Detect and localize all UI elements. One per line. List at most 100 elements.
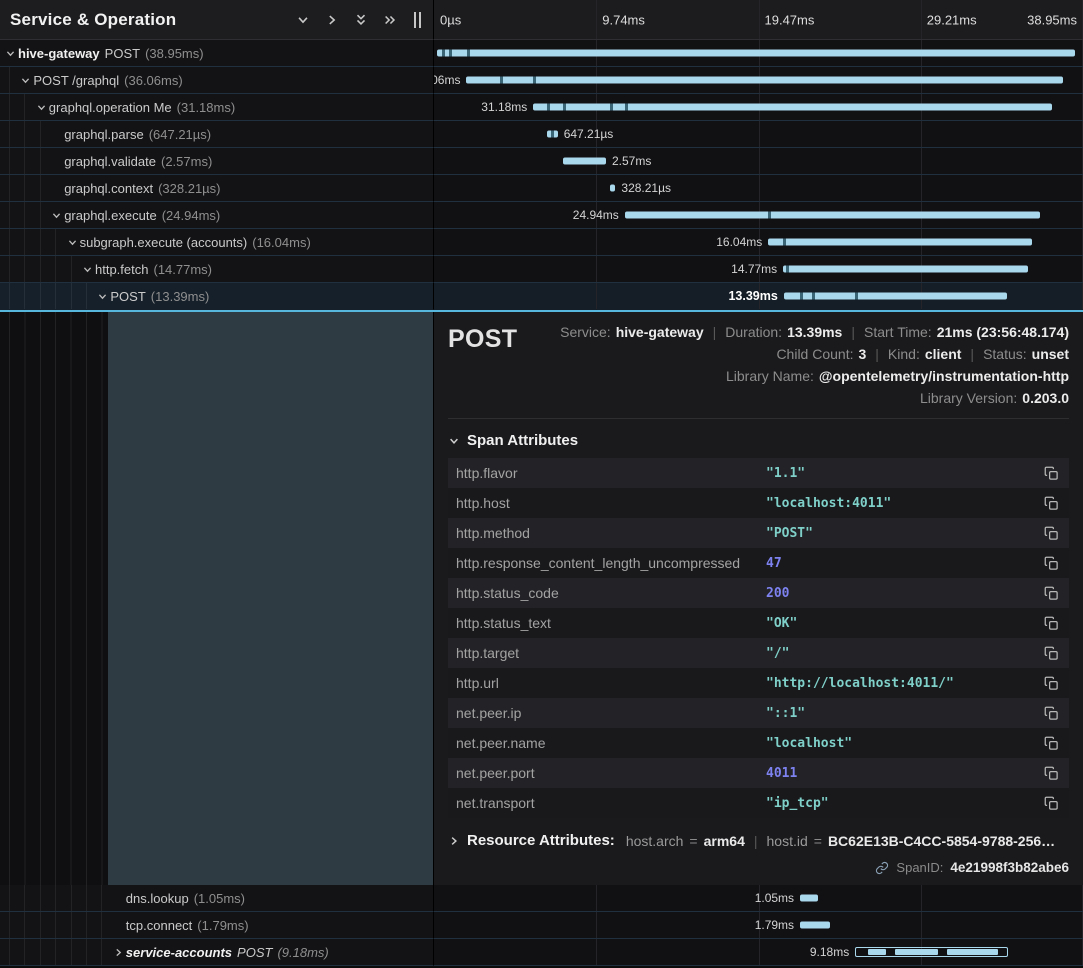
- copy-icon[interactable]: [1042, 764, 1061, 783]
- span-bar[interactable]: [563, 158, 606, 165]
- span-row[interactable]: POST(13.39ms) 13.39ms: [0, 283, 1083, 310]
- span-bar[interactable]: [800, 922, 830, 929]
- collapse-all-icon[interactable]: [383, 13, 397, 27]
- attribute-row: http.method "POST": [448, 518, 1069, 548]
- span-name-cell[interactable]: graphql.parse(647.21µs): [0, 121, 434, 148]
- span-row[interactable]: graphql.operation Me(31.18ms) 31.18ms: [0, 94, 1083, 121]
- chevron-down-icon[interactable]: [5, 48, 18, 59]
- span-row[interactable]: POST /graphql(36.06ms) 36.06ms: [0, 67, 1083, 94]
- chevron-right-icon[interactable]: [325, 13, 339, 27]
- span-row[interactable]: subgraph.execute (accounts)(16.04ms) 16.…: [0, 229, 1083, 256]
- span-name-cell[interactable]: hive-gatewayPOST(38.95ms): [0, 40, 434, 67]
- span-bar[interactable]: [466, 77, 1062, 84]
- span-row[interactable]: http.fetch(14.77ms) 14.77ms: [0, 256, 1083, 283]
- span-bar[interactable]: [768, 239, 1031, 246]
- span-row[interactable]: service-accountsPOST(9.18ms) 9.18ms: [0, 939, 1083, 966]
- span-bar[interactable]: [784, 293, 1007, 300]
- span-waterfall-cell[interactable]: 36.06ms: [434, 67, 1083, 94]
- span-attributes-toggle[interactable]: Span Attributes: [448, 432, 1069, 449]
- span-label: graphql.execute: [64, 208, 157, 223]
- chevron-right-icon[interactable]: [113, 947, 126, 958]
- meta-label: Duration:: [725, 324, 782, 340]
- span-name-cell[interactable]: graphql.operation Me(31.18ms): [0, 94, 434, 121]
- copy-icon[interactable]: [1042, 554, 1061, 573]
- chevron-down-icon[interactable]: [20, 75, 33, 86]
- chevron-down-icon[interactable]: [82, 264, 95, 275]
- link-icon[interactable]: [875, 861, 889, 875]
- chevron-down-icon[interactable]: [51, 210, 64, 221]
- copy-icon[interactable]: [1042, 674, 1061, 693]
- span-waterfall-cell[interactable]: [434, 40, 1083, 67]
- copy-icon[interactable]: [1042, 464, 1061, 483]
- chevron-down-icon[interactable]: [97, 291, 110, 302]
- span-waterfall-cell[interactable]: 2.57ms: [434, 148, 1083, 175]
- span-waterfall-cell[interactable]: 647.21µs: [434, 121, 1083, 148]
- span-waterfall-cell[interactable]: 1.79ms: [434, 912, 1083, 939]
- span-waterfall-cell[interactable]: 24.94ms: [434, 202, 1083, 229]
- separator: |: [970, 346, 974, 362]
- attribute-value: "/": [766, 646, 1042, 661]
- copy-icon[interactable]: [1042, 524, 1061, 543]
- span-row[interactable]: hive-gatewayPOST(38.95ms): [0, 40, 1083, 67]
- span-waterfall-cell[interactable]: 14.77ms: [434, 256, 1083, 283]
- span-name-cell[interactable]: dns.lookup(1.05ms): [0, 885, 434, 912]
- span-waterfall-cell[interactable]: 16.04ms: [434, 229, 1083, 256]
- chevron-down-icon[interactable]: [36, 102, 49, 113]
- span-waterfall-cell[interactable]: 13.39ms: [434, 283, 1083, 310]
- chevron-right-icon: [448, 835, 460, 847]
- span-name-cell[interactable]: tcp.connect(1.79ms): [0, 912, 434, 939]
- span-name-cell[interactable]: graphql.execute(24.94ms): [0, 202, 434, 229]
- meta-label: Start Time:: [864, 324, 932, 340]
- span-name-cell[interactable]: subgraph.execute (accounts)(16.04ms): [0, 229, 434, 256]
- panel-resizer-handle[interactable]: [414, 12, 421, 28]
- copy-icon[interactable]: [1042, 704, 1061, 723]
- span-row[interactable]: graphql.execute(24.94ms) 24.94ms: [0, 202, 1083, 229]
- span-bar[interactable]: [783, 266, 1028, 273]
- equals-sign: =: [689, 833, 697, 849]
- copy-icon[interactable]: [1042, 584, 1061, 603]
- span-bar[interactable]: [625, 212, 1040, 219]
- span-name-cell[interactable]: graphql.context(328.21µs): [0, 175, 434, 202]
- chevron-down-icon[interactable]: [296, 13, 310, 27]
- span-bar[interactable]: [547, 131, 558, 138]
- span-bar[interactable]: [855, 947, 1008, 957]
- copy-icon[interactable]: [1042, 794, 1061, 813]
- expand-all-icon[interactable]: [354, 13, 368, 27]
- span-row[interactable]: dns.lookup(1.05ms) 1.05ms: [0, 885, 1083, 912]
- span-bar[interactable]: [610, 185, 616, 192]
- span-bar[interactable]: [437, 50, 1075, 57]
- span-row[interactable]: graphql.context(328.21µs) 328.21µs: [0, 175, 1083, 202]
- copy-icon[interactable]: [1042, 494, 1061, 513]
- attribute-value: 4011: [766, 766, 1042, 781]
- attribute-row: http.host "localhost:4011": [448, 488, 1069, 518]
- meta-value: @opentelemetry/instrumentation-http: [819, 368, 1069, 384]
- span-label: dns.lookup: [126, 891, 189, 906]
- timeline-ruler[interactable]: 0µs9.74ms19.47ms29.21ms38.95ms: [434, 0, 1083, 40]
- span-name-cell[interactable]: POST(13.39ms): [0, 283, 434, 310]
- selected-span-highlight: [108, 312, 433, 885]
- duration-label: 9.18ms: [810, 945, 849, 959]
- span-row[interactable]: graphql.parse(647.21µs) 647.21µs: [0, 121, 1083, 148]
- span-waterfall-cell[interactable]: 9.18ms: [434, 939, 1083, 966]
- span-row[interactable]: tcp.connect(1.79ms) 1.79ms: [0, 912, 1083, 939]
- span-waterfall-cell[interactable]: 31.18ms: [434, 94, 1083, 121]
- span-name-cell[interactable]: http.fetch(14.77ms): [0, 256, 434, 283]
- span-label: subgraph.execute (accounts): [80, 235, 248, 250]
- resource-attributes-toggle[interactable]: Resource Attributes: host.arch=arm64|hos…: [448, 832, 1069, 849]
- span-waterfall-cell[interactable]: 328.21µs: [434, 175, 1083, 202]
- span-bar[interactable]: [800, 895, 818, 902]
- span-duration: (13.39ms): [151, 289, 210, 304]
- copy-icon[interactable]: [1042, 734, 1061, 753]
- span-name-cell[interactable]: POST /graphql(36.06ms): [0, 67, 434, 94]
- span-row[interactable]: graphql.validate(2.57ms) 2.57ms: [0, 148, 1083, 175]
- attribute-key: http.status_text: [456, 615, 766, 631]
- copy-icon[interactable]: [1042, 644, 1061, 663]
- span-waterfall-cell[interactable]: 1.05ms: [434, 885, 1083, 912]
- copy-icon[interactable]: [1042, 614, 1061, 633]
- span-name-cell[interactable]: service-accountsPOST(9.18ms): [0, 939, 434, 966]
- attribute-key: http.host: [456, 495, 766, 511]
- span-bar[interactable]: [533, 104, 1052, 111]
- chevron-down-icon[interactable]: [67, 237, 80, 248]
- span-name-cell[interactable]: graphql.validate(2.57ms): [0, 148, 434, 175]
- trace-viewer: Service & Operation 0µs9.74ms19.47ms29.2…: [0, 0, 1083, 968]
